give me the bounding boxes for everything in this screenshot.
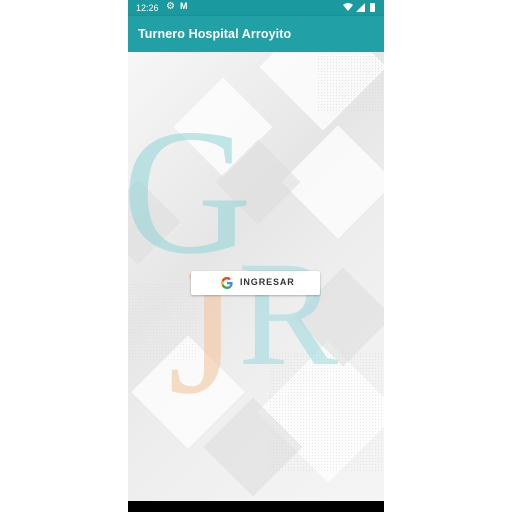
navigation-bar [128, 501, 384, 512]
google-signin-button[interactable]: INGRESAR [191, 271, 320, 295]
status-right-icons [342, 2, 378, 15]
signal-icon [356, 3, 365, 12]
battery-icon [370, 3, 375, 12]
status-bar: 12:26 ⚙ M [128, 0, 384, 16]
phone-screen: 12:26 ⚙ M Turnero Hospital Arroyito G J … [128, 0, 384, 512]
background-area: G J R INGRESAR [128, 52, 384, 501]
app-title: Turnero Hospital Arroyito [138, 27, 292, 41]
google-g-icon [221, 277, 233, 289]
app-bar: Turnero Hospital Arroyito [128, 16, 384, 52]
wifi-icon [343, 3, 353, 11]
signin-label: INGRESAR [240, 277, 295, 287]
gear-icon: ⚙ [166, 1, 175, 12]
mail-icon: M [180, 1, 188, 11]
status-time: 12:26 [136, 3, 159, 13]
